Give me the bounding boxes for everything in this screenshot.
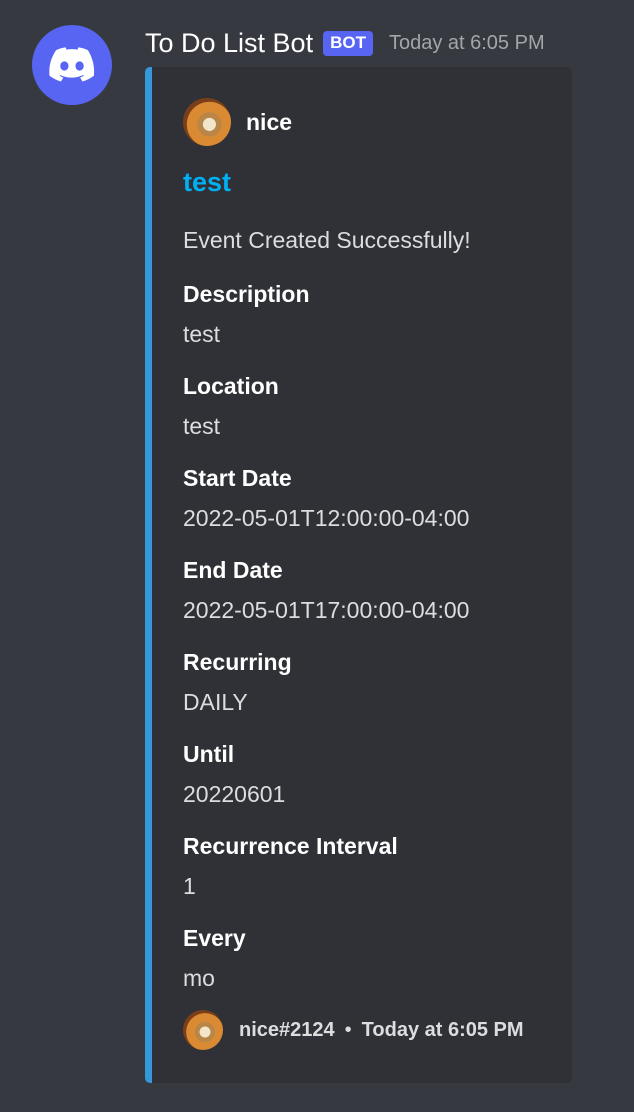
- field-name: Recurring: [183, 649, 292, 675]
- field-value: 2022-05-01T17:00:00-04:00: [183, 597, 470, 623]
- field-value: test: [183, 413, 221, 439]
- bot-avatar[interactable]: [32, 25, 112, 105]
- embed-field: Description test: [183, 277, 563, 369]
- field-name: End Date: [183, 557, 283, 583]
- message-header: To Do List Bot BOT Today at 6:05 PM: [145, 25, 545, 61]
- field-value: test: [183, 321, 221, 347]
- field-name: Description: [183, 281, 310, 307]
- embed-author: nice: [183, 98, 292, 146]
- field-value: 20220601: [183, 781, 286, 807]
- field-name: Recurrence Interval: [183, 833, 398, 859]
- message-timestamp[interactable]: Today at 6:05 PM: [389, 32, 545, 55]
- username[interactable]: To Do List Bot: [145, 28, 313, 59]
- field-name: Location: [183, 373, 279, 399]
- footer-text: nice#2124: [239, 1018, 335, 1041]
- embed-field: Location test: [183, 369, 563, 461]
- field-value: DAILY: [183, 689, 248, 715]
- field-value: 2022-05-01T12:00:00-04:00: [183, 505, 470, 531]
- discord-logo-icon: [49, 47, 95, 82]
- embed-title[interactable]: test: [183, 167, 231, 198]
- embed-author-name: nice: [246, 108, 293, 135]
- embed: nice test Event Created Successfully! De…: [145, 67, 572, 1083]
- bot-tag: BOT: [323, 30, 373, 56]
- field-value: mo: [183, 965, 215, 991]
- embed-footer: nice#2124 • Today at 6:05 PM: [183, 1010, 524, 1050]
- footer-separator: •: [344, 1018, 352, 1041]
- field-name: Every: [183, 925, 246, 951]
- embed-field: Every mo: [183, 921, 563, 1013]
- embed-field: Recurring DAILY: [183, 645, 563, 737]
- field-value: 1: [183, 873, 196, 899]
- footer-timestamp: Today at 6:05 PM: [361, 1018, 524, 1041]
- embed-field: End Date 2022-05-01T17:00:00-04:00: [183, 553, 563, 645]
- embed-fields: Description test Location test Start Dat…: [183, 277, 563, 1013]
- user-avatar-icon: [183, 1010, 223, 1050]
- field-name: Start Date: [183, 465, 292, 491]
- embed-description: Event Created Successfully!: [183, 227, 471, 253]
- user-avatar-icon: [183, 98, 231, 146]
- embed-field: Start Date 2022-05-01T12:00:00-04:00: [183, 461, 563, 553]
- field-name: Until: [183, 741, 235, 767]
- embed-field: Recurrence Interval 1: [183, 829, 563, 921]
- embed-field: Until 20220601: [183, 737, 563, 829]
